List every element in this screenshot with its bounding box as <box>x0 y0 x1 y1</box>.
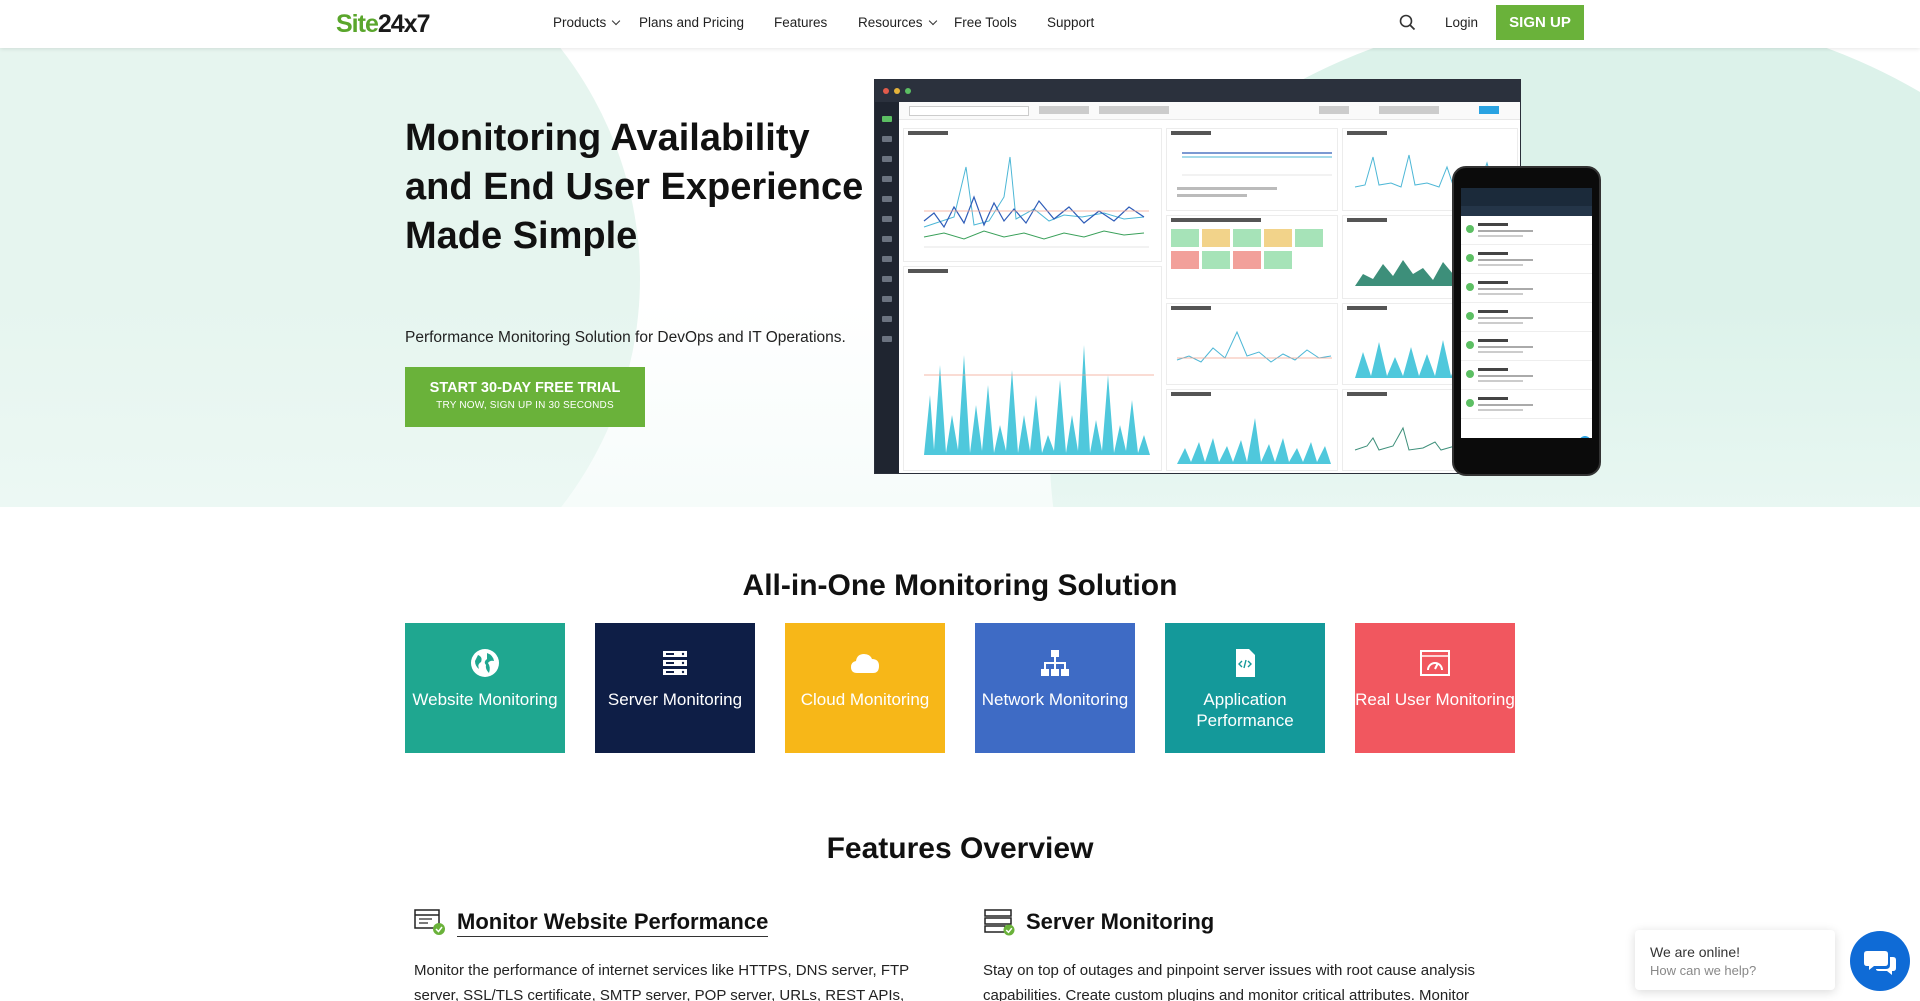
chat-greeting-subtitle: How can we help? <box>1650 963 1757 978</box>
feature-title-website-performance[interactable]: Monitor Website Performance <box>457 909 769 937</box>
tile-application-performance[interactable]: Application Performance <box>1165 623 1325 753</box>
tile-server-monitoring[interactable]: Server Monitoring <box>595 623 755 753</box>
chat-greeting-popup[interactable]: We are online! How can we help? <box>1635 930 1835 990</box>
site-logo[interactable]: Site24x7 <box>336 10 431 39</box>
signup-button[interactable]: SIGN UP <box>1496 5 1584 40</box>
nav-support[interactable]: Support <box>1047 15 1094 30</box>
tile-label: Real User Monitoring <box>1355 690 1515 709</box>
logo-text-24x7: 24x7 <box>377 10 431 38</box>
tile-label: Website Monitoring <box>412 690 558 709</box>
nav-resources[interactable]: Resources <box>858 15 937 30</box>
tile-website-monitoring[interactable]: Website Monitoring <box>405 623 565 753</box>
tile-network-monitoring[interactable]: Network Monitoring <box>975 623 1135 753</box>
login-link[interactable]: Login <box>1445 15 1478 30</box>
tile-label: Cloud Monitoring <box>800 690 930 709</box>
logo-text-site: Site <box>336 10 379 38</box>
chat-bubbles-icon <box>1864 951 1896 975</box>
browser-check-icon <box>414 909 445 935</box>
globe-icon <box>471 649 499 677</box>
mobile-app-mockup <box>1452 166 1601 476</box>
throughput-panel <box>1166 389 1338 471</box>
packets-received-panel <box>1166 303 1338 385</box>
server-icon <box>663 651 687 675</box>
nav-products-label: Products <box>553 15 607 30</box>
code-file-icon <box>1236 649 1255 677</box>
tile-label: Server Monitoring <box>607 690 743 709</box>
nav-products[interactable]: Products <box>553 15 621 30</box>
all-in-one-title: All-in-One Monitoring Solution <box>742 569 1178 602</box>
hero-subtitle: Performance Monitoring Solution for DevO… <box>405 329 846 346</box>
heatmap-panel <box>1166 215 1338 299</box>
server-check-icon <box>984 909 1015 936</box>
free-trial-button[interactable]: START 30-DAY FREE TRIAL TRY NOW, SIGN UP… <box>405 367 645 427</box>
features-overview-title: Features Overview <box>826 832 1094 865</box>
search-icon <box>1399 14 1416 31</box>
feature-text-website-performance: Monitor the performance of internet serv… <box>414 962 909 1001</box>
chevron-down-icon <box>928 16 937 26</box>
memory-chart-panel <box>1166 128 1338 211</box>
site-header: Site24x7 Products Plans and Pricing Feat… <box>0 0 1920 48</box>
dashboard-screenshot <box>874 79 1521 474</box>
feature-text-server-monitoring: Stay on top of outages and pinpoint serv… <box>983 962 1475 1001</box>
nav-plans-pricing[interactable]: Plans and Pricing <box>639 15 744 30</box>
free-trial-sublabel: TRY NOW, SIGN UP IN 30 SECONDS <box>436 400 614 411</box>
chevron-down-icon <box>612 16 621 26</box>
speedometer-icon <box>1420 650 1450 676</box>
cpu-chart-panel <box>903 128 1162 262</box>
nav-free-tools[interactable]: Free Tools <box>954 15 1017 30</box>
tile-label: Network Monitoring <box>981 690 1129 709</box>
tile-label: Application Performance <box>1196 690 1294 730</box>
cloud-icon <box>851 654 879 673</box>
network-icon <box>1041 650 1069 676</box>
search-button[interactable] <box>1398 13 1418 33</box>
feature-title-server-monitoring[interactable]: Server Monitoring <box>1026 909 1214 935</box>
free-trial-label: START 30-DAY FREE TRIAL <box>429 380 621 396</box>
hero-title: Monitoring Availability and End User Exp… <box>405 117 864 257</box>
chat-launcher-button[interactable] <box>1850 931 1910 991</box>
chat-greeting-title: We are online! <box>1650 944 1741 960</box>
tile-cloud-monitoring[interactable]: Cloud Monitoring <box>785 623 945 753</box>
nav-resources-label: Resources <box>858 15 923 30</box>
tile-real-user-monitoring[interactable]: Real User Monitoring <box>1355 623 1515 753</box>
response-time-panel <box>903 266 1162 471</box>
nav-features[interactable]: Features <box>774 15 827 30</box>
